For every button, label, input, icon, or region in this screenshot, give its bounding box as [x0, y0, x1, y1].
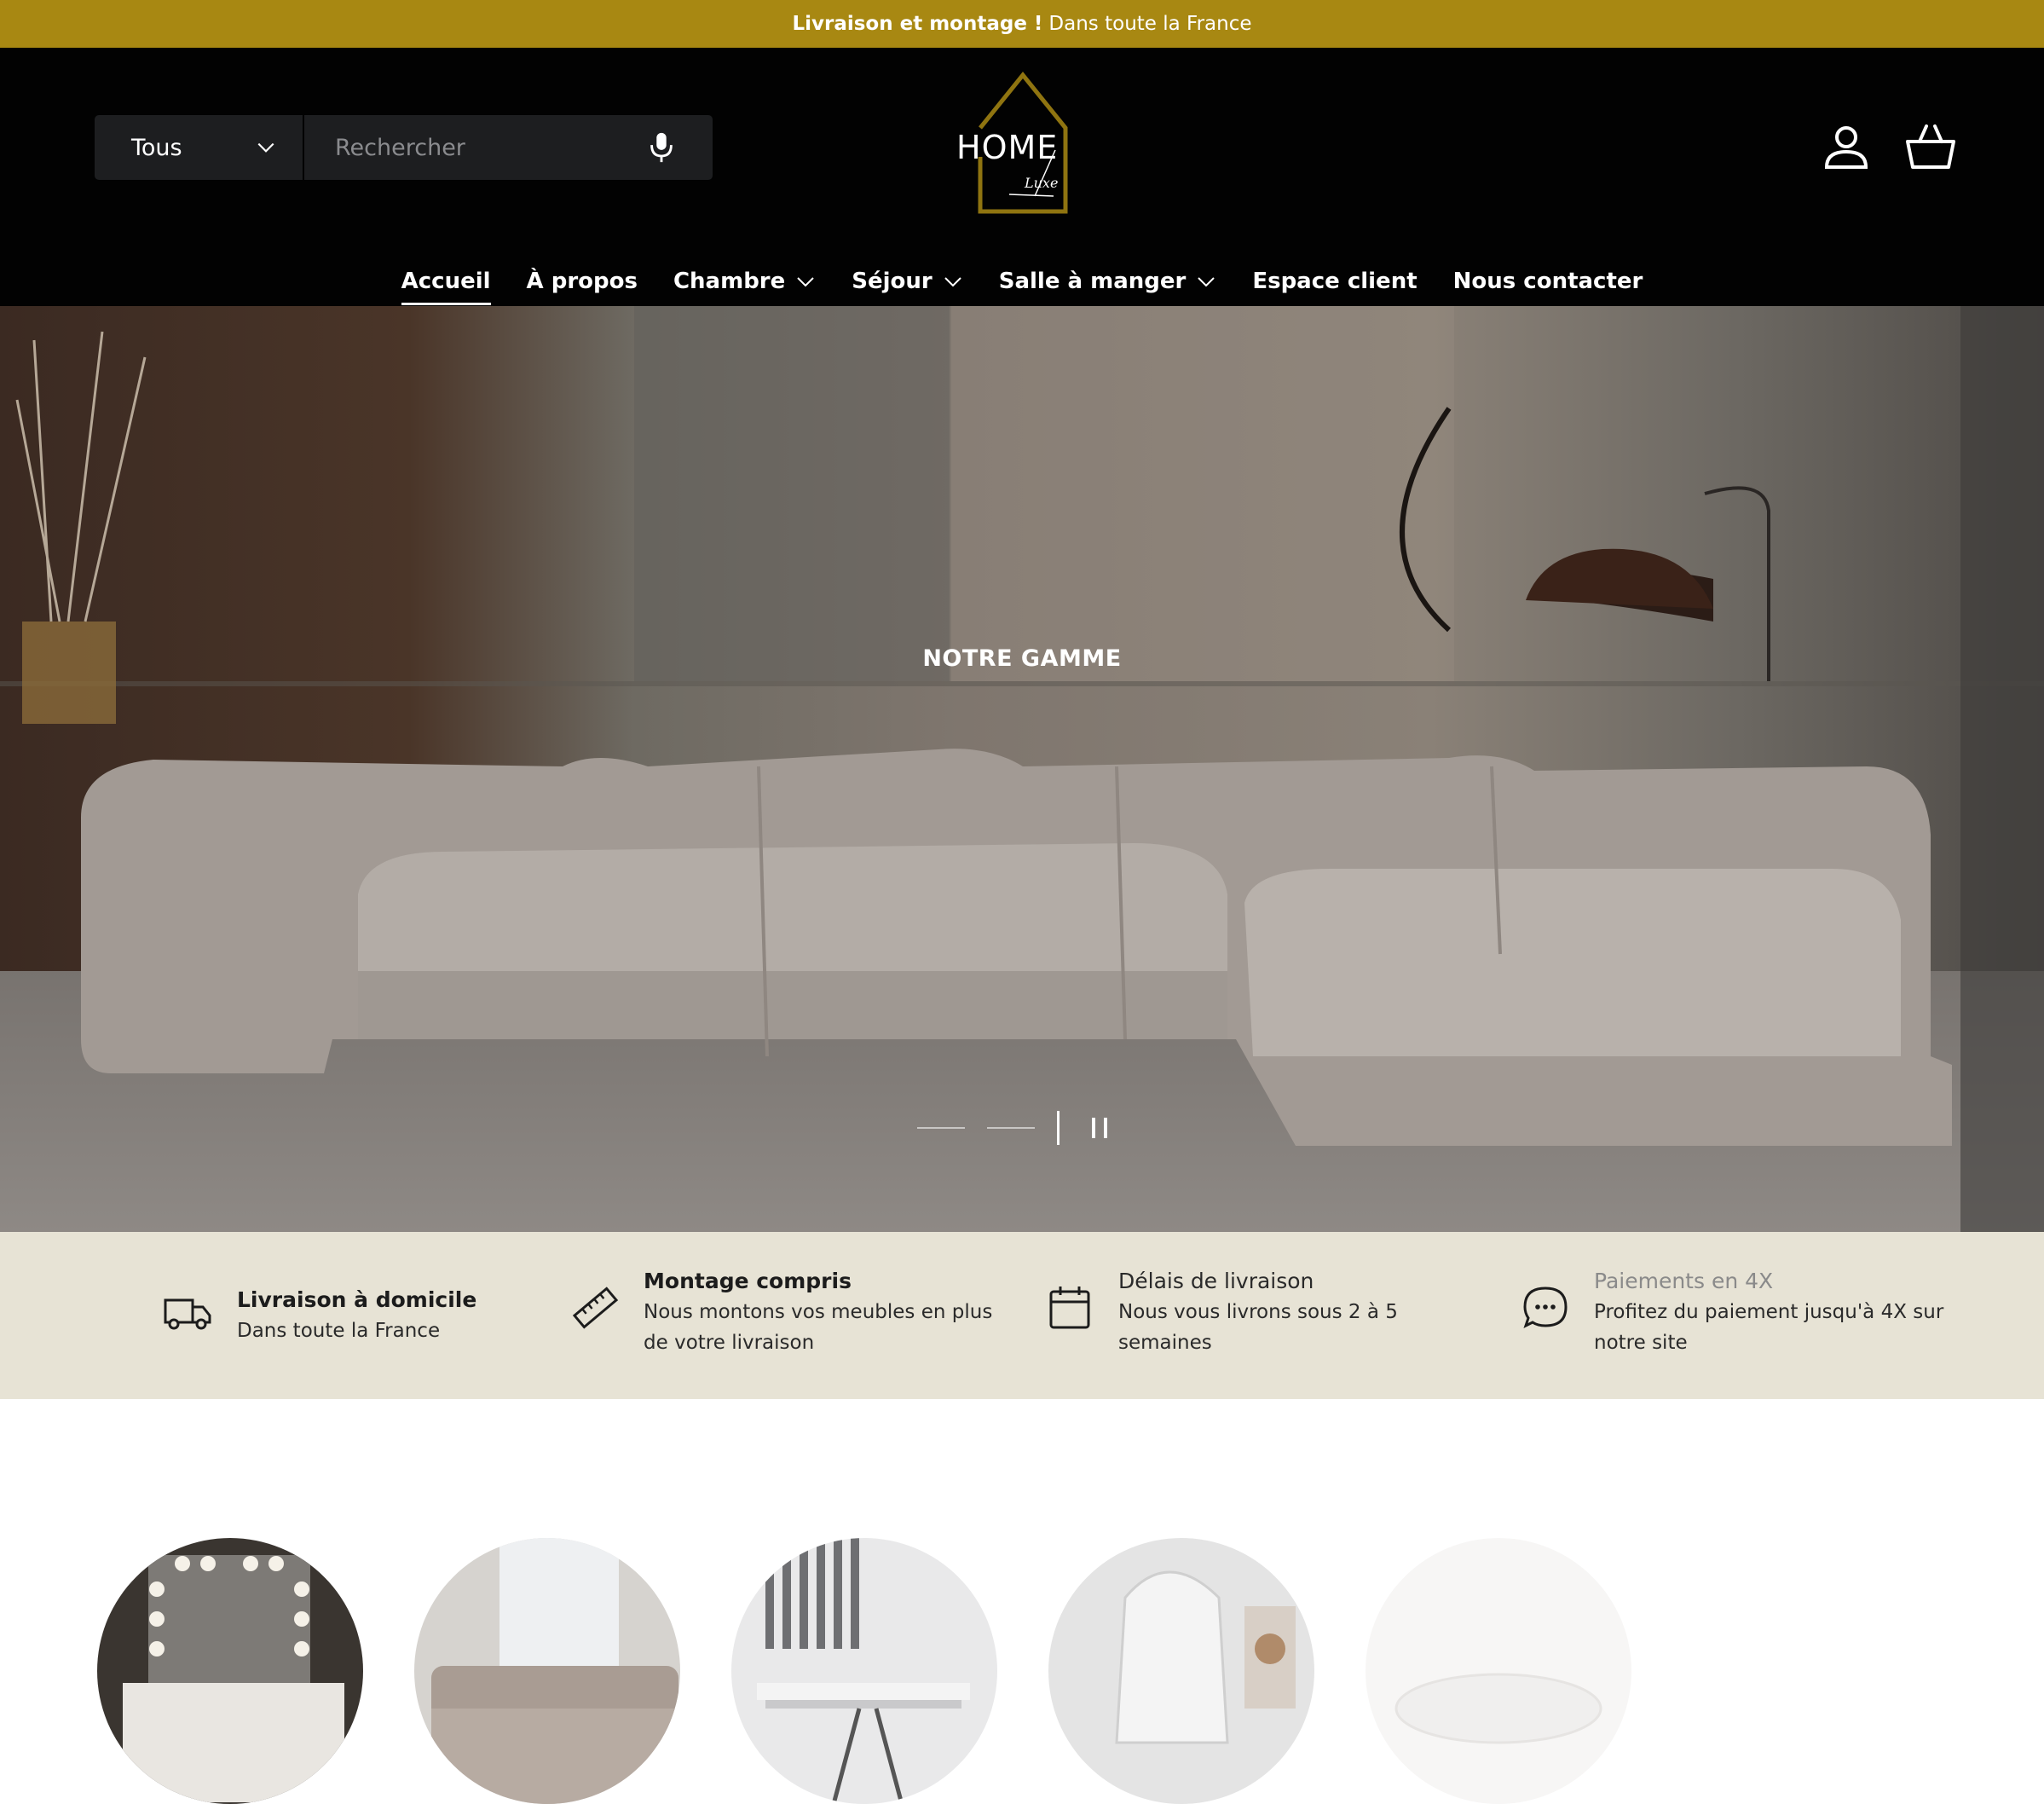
- search-category-select[interactable]: Tous: [95, 115, 304, 180]
- nav-label: Chambre: [673, 269, 786, 294]
- basket-icon[interactable]: [1904, 123, 1957, 171]
- nav-salle-a-manger[interactable]: Salle à manger: [981, 257, 1235, 305]
- nav-chambre[interactable]: Chambre: [655, 257, 834, 305]
- category-table-basse[interactable]: [1366, 1538, 1631, 1804]
- benefit-title: Délais de livraison: [1118, 1269, 1314, 1293]
- pause-icon[interactable]: [1092, 1118, 1107, 1138]
- nav-label: Accueil: [401, 269, 491, 294]
- category-image: [1048, 1538, 1314, 1804]
- category-canape[interactable]: [414, 1538, 680, 1804]
- category-salle-a-manger[interactable]: [731, 1538, 997, 1804]
- category-image: [731, 1538, 997, 1804]
- logo-word: HOME: [956, 129, 1058, 166]
- search-input[interactable]: Rechercher: [304, 135, 646, 161]
- announcement-bar: Livraison et montage ! Dans toute la Fra…: [0, 0, 2044, 48]
- hero-title: NOTRE GAMME: [922, 645, 1122, 672]
- search-category-label: Tous: [131, 134, 182, 161]
- chevron-down-icon: [944, 277, 961, 287]
- benefits-bar: Livraison à domicile Dans toute la Franc…: [0, 1232, 2044, 1399]
- site-header: Tous Rechercher HOME Luxe Accueil À prop…: [0, 48, 2044, 306]
- nav-a-propos[interactable]: À propos: [509, 257, 655, 305]
- home-luxe-logo[interactable]: HOME Luxe: [946, 68, 1100, 217]
- benefit-item: Délais de livraison Nous vous livrons so…: [1043, 1266, 1487, 1358]
- nav-label: Nous contacter: [1452, 269, 1643, 294]
- nav-accueil[interactable]: Accueil: [384, 257, 509, 305]
- benefit-title: Livraison à domicile: [237, 1287, 477, 1312]
- microphone-icon[interactable]: [646, 130, 677, 165]
- nav-espace-client[interactable]: Espace client: [1234, 257, 1435, 305]
- category-fauteuil[interactable]: [1048, 1538, 1314, 1804]
- chat-icon: [1523, 1287, 1568, 1328]
- search-bar: Tous Rechercher: [95, 115, 713, 180]
- chevron-down-icon: [1198, 277, 1215, 287]
- ruler-icon: [572, 1287, 619, 1329]
- benefit-item: Montage compris Nous montons vos meubles…: [569, 1266, 1013, 1358]
- truck-icon: [164, 1298, 211, 1330]
- benefit-desc: Dans toute la France: [237, 1320, 441, 1342]
- chevron-down-icon: [257, 142, 274, 153]
- nav-label: Espace client: [1252, 269, 1418, 294]
- nav-nous-contacter[interactable]: Nous contacter: [1435, 257, 1661, 305]
- account-icon[interactable]: [1822, 123, 1870, 171]
- benefit-item: Livraison à domicile Dans toute la Franc…: [162, 1285, 476, 1346]
- nav-label: Salle à manger: [998, 269, 1187, 294]
- hero-slideshow: NOTRE GAMME: [0, 306, 2044, 1232]
- category-image: [414, 1538, 680, 1804]
- slide-dot-active[interactable]: [1057, 1111, 1060, 1145]
- benefit-desc: Nous montons vos meubles en plus de votr…: [644, 1301, 993, 1354]
- benefit-title: Paiements en 4X: [1594, 1269, 1774, 1293]
- chevron-down-icon: [797, 277, 814, 287]
- main-navigation: Accueil À propos Chambre Séjour Salle à …: [0, 257, 2044, 305]
- nav-sejour[interactable]: Séjour: [834, 257, 980, 305]
- announcement-bold: Livraison et montage !: [792, 13, 1043, 35]
- category-image: [97, 1538, 363, 1804]
- slide-dot[interactable]: [917, 1127, 965, 1129]
- hero-sofa-image: [0, 306, 2044, 1232]
- benefit-desc: Nous vous livrons sous 2 à 5 semaines: [1118, 1301, 1398, 1354]
- category-image: [1366, 1538, 1631, 1804]
- category-coiffeuse[interactable]: [97, 1538, 363, 1804]
- slider-controls: [917, 1111, 1107, 1145]
- announcement-text: Dans toute la France: [1048, 13, 1252, 35]
- benefit-item: Paiements en 4X Profitez du paiement jus…: [1519, 1266, 1962, 1358]
- benefit-desc: Profitez du paiement jusqu'à 4X sur notr…: [1594, 1301, 1944, 1354]
- calendar-icon: [1049, 1287, 1090, 1329]
- nav-label: Séjour: [852, 269, 933, 294]
- slide-dot[interactable]: [987, 1127, 1035, 1129]
- benefit-title: Montage compris: [644, 1269, 852, 1293]
- nav-label: À propos: [526, 269, 638, 294]
